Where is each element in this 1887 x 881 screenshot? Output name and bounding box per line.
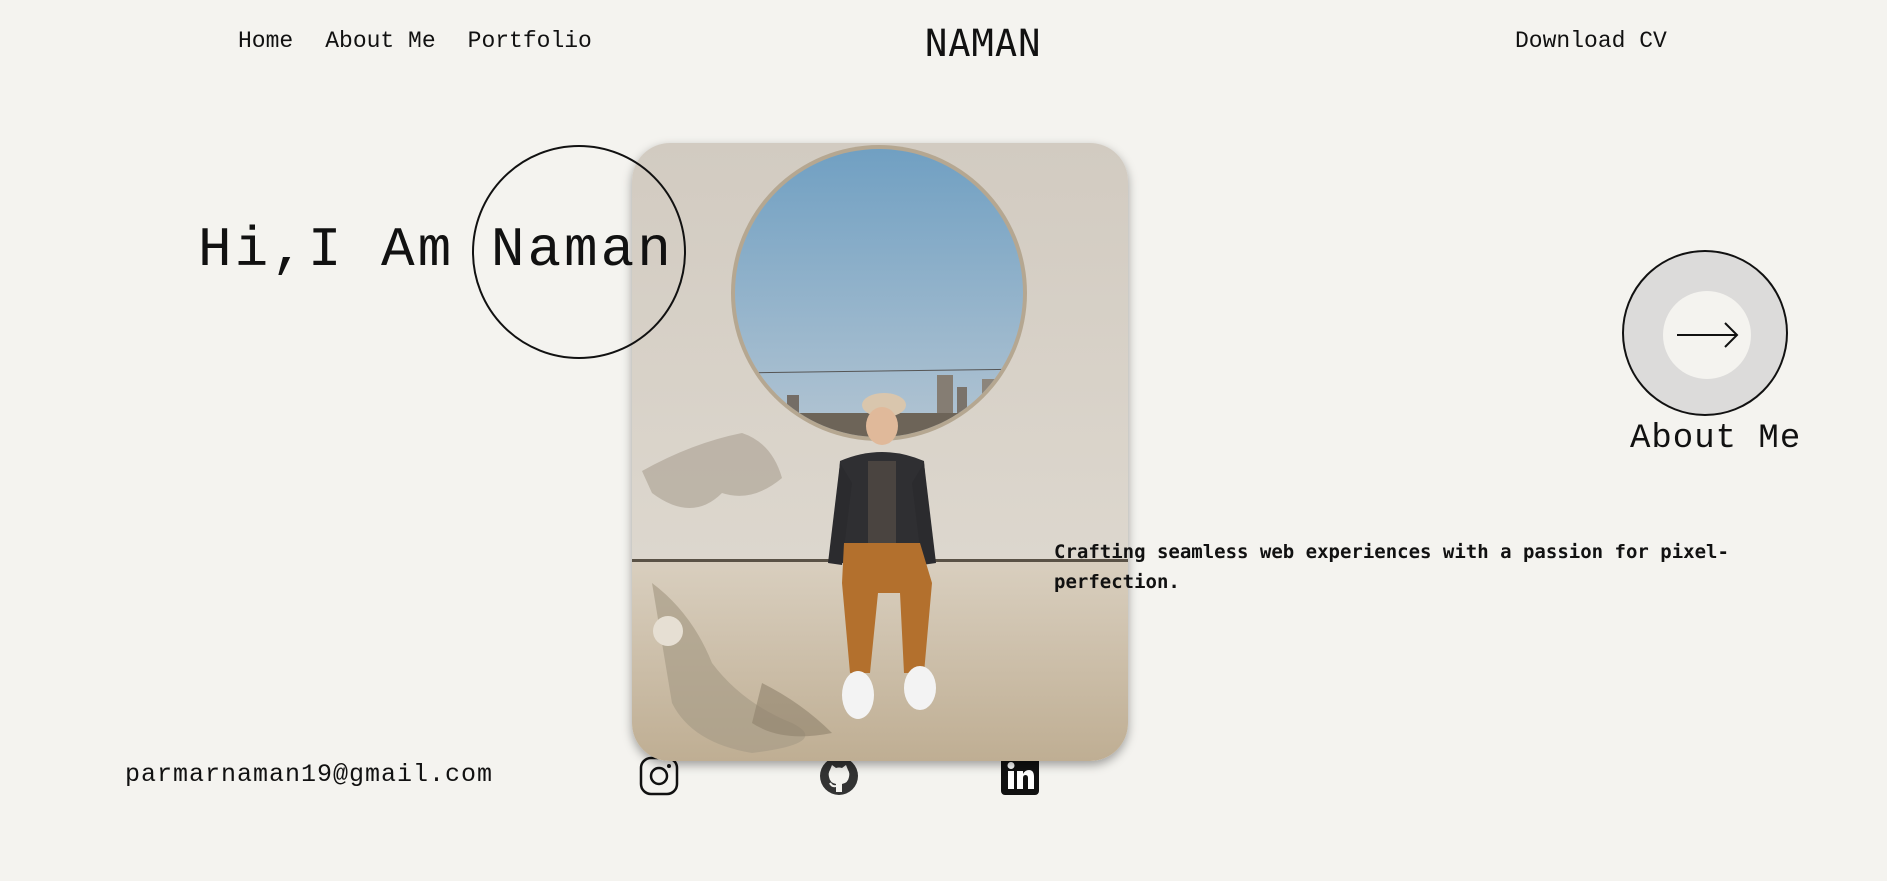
about-me-label[interactable]: About Me: [1630, 420, 1801, 458]
hero-title: Hi,I Am Naman: [198, 218, 674, 282]
nav-link-about-me[interactable]: About Me: [325, 28, 435, 54]
about-button-inner: [1663, 291, 1751, 379]
linkedin-icon[interactable]: [1000, 756, 1040, 796]
main-nav: Home About Me Portfolio: [238, 28, 592, 54]
instagram-icon[interactable]: [639, 756, 679, 796]
about-me-circle-button[interactable]: [1622, 250, 1788, 416]
nav-link-portfolio[interactable]: Portfolio: [468, 28, 592, 54]
github-icon[interactable]: [819, 756, 859, 796]
portrait-photo: [632, 143, 1128, 761]
email-link[interactable]: parmarnaman19@gmail.com: [125, 760, 493, 789]
arrow-right-icon: [1677, 322, 1739, 348]
brand-logo[interactable]: NAMAN: [925, 22, 1041, 65]
hero-tagline: Crafting seamless web experiences with a…: [1054, 541, 1729, 593]
download-cv-button[interactable]: Download CV: [1515, 28, 1667, 54]
nav-link-home[interactable]: Home: [238, 28, 293, 54]
